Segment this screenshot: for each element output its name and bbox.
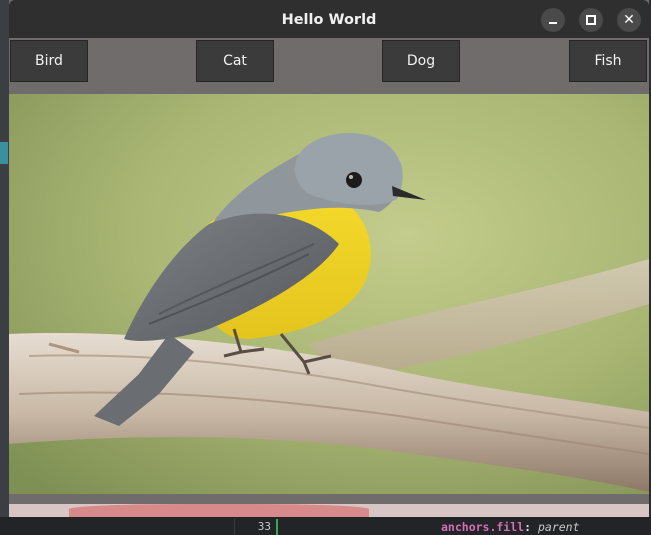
app-window: Hello World ✕ Bird Cat Dog Fish (9, 0, 649, 517)
dog-button[interactable]: Dog (382, 40, 460, 82)
toolbar: Bird Cat Dog Fish (9, 38, 649, 94)
minimize-icon (549, 22, 557, 24)
code-value: parent (537, 520, 580, 534)
close-button[interactable]: ✕ (617, 8, 641, 32)
animal-image (9, 94, 649, 494)
editor-code-line[interactable]: anchors.fill: parent (441, 519, 580, 535)
close-icon: ✕ (623, 12, 635, 28)
cat-button[interactable]: Cat (196, 40, 274, 82)
next-image-preview (9, 504, 649, 517)
code-property: anchors.fill (441, 520, 525, 534)
code-colon: : (524, 520, 532, 534)
maximize-icon (586, 15, 596, 25)
background-editor-accent (0, 142, 8, 164)
window-bottom-strip (9, 494, 649, 504)
fish-button[interactable]: Fish (569, 40, 647, 82)
bird-button[interactable]: Bird (10, 40, 88, 82)
editor-change-marker (276, 519, 278, 535)
window-titlebar[interactable]: Hello World ✕ (9, 0, 649, 38)
bird-photo (9, 94, 649, 494)
maximize-button[interactable] (579, 8, 603, 32)
minimize-button[interactable] (541, 8, 565, 32)
editor-line-number: 33 (234, 519, 278, 535)
